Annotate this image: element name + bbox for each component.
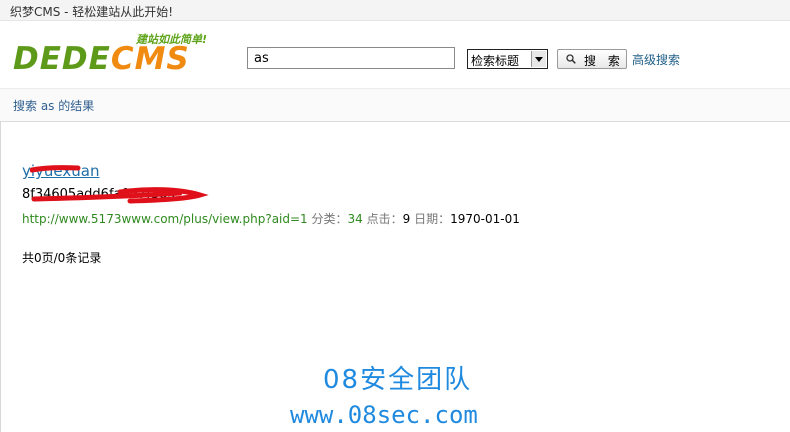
window-title-bar: 织梦CMS - 轻松建站从此开始! xyxy=(0,0,790,21)
search-input[interactable] xyxy=(247,47,455,69)
date-label: 日期： xyxy=(414,212,451,226)
redaction-mark-title xyxy=(30,165,81,173)
category-label: 分类： xyxy=(311,212,348,226)
chevron-down-icon[interactable] xyxy=(531,51,546,67)
watermark-url: www.08sec.com xyxy=(290,401,478,429)
logo-brand-part2: CMS xyxy=(110,41,190,77)
result-meta: http://www.5173www.com/plus/view.php?aid… xyxy=(22,210,520,227)
window-title: 织梦CMS - 轻松建站从此开始! xyxy=(10,5,174,19)
search-type-select[interactable]: 检索标题 xyxy=(467,49,548,69)
breadcrumb: 搜索 as 的结果 xyxy=(13,99,95,113)
redaction-mark-description xyxy=(31,187,209,204)
result-breadcrumb-bar: 搜索 as 的结果 xyxy=(0,88,790,122)
watermark-team-name: 08安全团队 xyxy=(323,365,473,395)
site-header: 建站如此简单! DEDECMS 检索标题 搜 索 高级搜索 xyxy=(0,21,790,87)
logo-brand-part1: DEDE xyxy=(13,41,111,77)
category-value[interactable]: 34 xyxy=(348,212,363,226)
clicks-value: 9 xyxy=(402,212,411,226)
clicks-label: 点击： xyxy=(366,212,403,226)
pagination-summary: 共0页/0条记录 xyxy=(22,251,102,265)
content-border xyxy=(0,122,1,432)
advanced-search-link[interactable]: 高级搜索 xyxy=(632,51,680,68)
date-value: 1970-01-01 xyxy=(450,212,520,226)
site-logo[interactable]: 建站如此简单! DEDECMS xyxy=(13,31,225,79)
search-button[interactable]: 搜 索 xyxy=(557,49,627,69)
search-type-selected: 检索标题 xyxy=(471,54,520,68)
search-icon xyxy=(566,54,576,64)
logo-wordmark: DEDECMS xyxy=(13,42,190,76)
result-url-link[interactable]: http://www.5173www.com/plus/view.php?aid… xyxy=(22,212,308,226)
search-button-label: 搜 索 xyxy=(584,54,624,68)
